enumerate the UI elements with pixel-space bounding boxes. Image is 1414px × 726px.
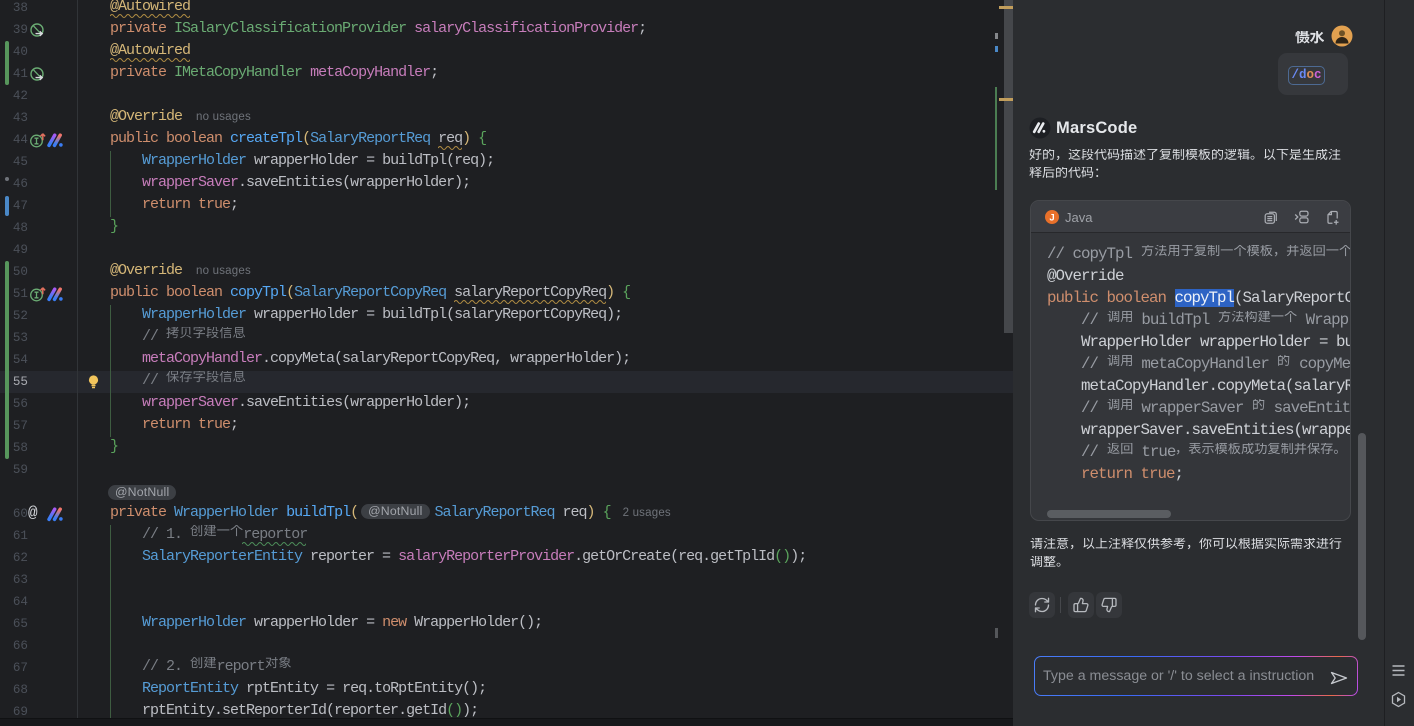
svg-text:J: J — [1049, 213, 1054, 224]
